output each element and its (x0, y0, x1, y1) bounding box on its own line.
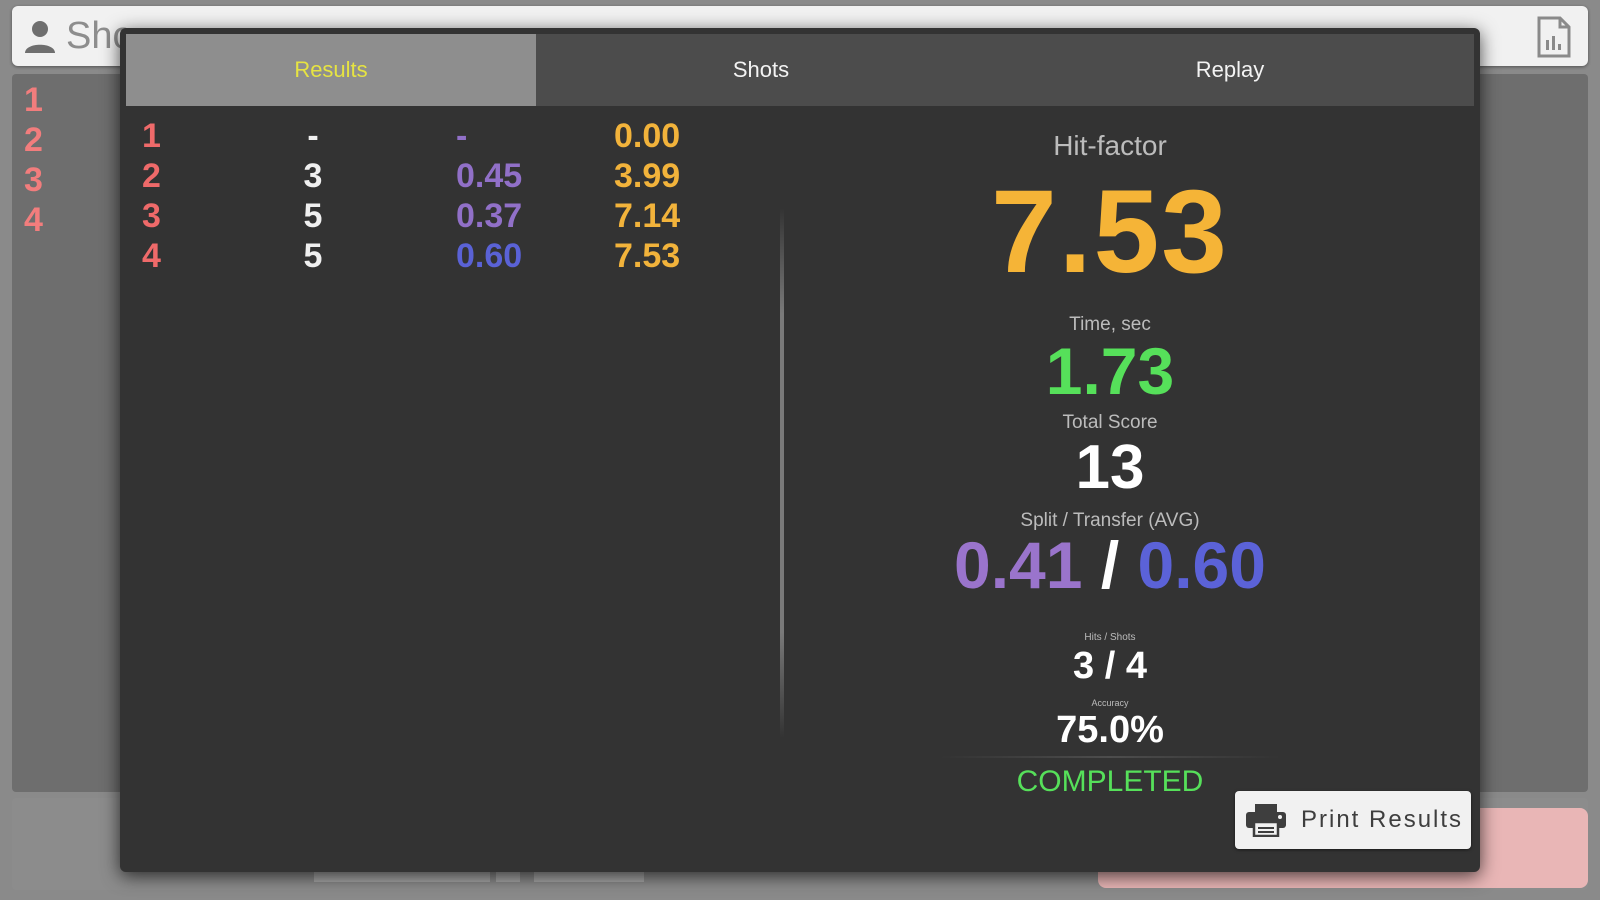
hits-shots-value: 3 / 4 (1073, 645, 1147, 687)
hits-shots-label: Hits / Shots (1084, 632, 1136, 643)
table-row[interactable]: 2 3 0.45 3.99 (120, 156, 810, 196)
tab-replay[interactable]: Replay (986, 34, 1474, 106)
shot-number: 1 (142, 117, 161, 155)
shot-hit-factor: 0.00 (614, 117, 681, 155)
list-item[interactable]: 4 (12, 200, 122, 240)
column-divider (780, 208, 784, 738)
background-bar (314, 872, 490, 882)
time-value: 1.73 (1045, 334, 1175, 408)
print-results-button[interactable]: Print Results (1235, 791, 1471, 849)
accuracy-label: Accuracy (1091, 698, 1129, 708)
shot-hit-factor: 7.14 (614, 197, 681, 235)
hit-factor-label: Hit-factor (1053, 130, 1167, 161)
shot-number: 2 (142, 157, 161, 195)
print-results-label: Print Results (1301, 806, 1464, 833)
status-divider (940, 756, 1280, 758)
list-item[interactable]: 1 (12, 80, 122, 120)
tab-shots[interactable]: Shots (536, 34, 986, 106)
shot-hit-factor: 7.53 (614, 237, 681, 275)
table-row[interactable]: 1 - - 0.00 (120, 116, 810, 156)
results-dialog: Results Shots Replay 1 - - 0.00 2 3 0.45… (120, 28, 1480, 872)
shot-split: 0.45 (456, 157, 523, 195)
printer-icon (1246, 804, 1286, 837)
list-item[interactable]: 3 (12, 160, 122, 200)
background-bar (496, 872, 520, 882)
shot-score: 5 (303, 197, 323, 235)
shot-split: - (456, 117, 468, 155)
shot-transfer: 0.60 (456, 237, 523, 275)
background-bar (534, 872, 644, 882)
tab-results[interactable]: Results (126, 34, 536, 106)
user-icon (25, 21, 55, 53)
transfer-average: 0.60 (1137, 528, 1266, 602)
shot-split: 0.37 (456, 197, 523, 235)
shot-score: 3 (303, 157, 323, 195)
table-row[interactable]: 4 5 0.60 7.53 (120, 236, 810, 276)
total-score-label: Total Score (1062, 412, 1158, 433)
split-separator: / (1100, 528, 1120, 602)
accuracy-value: 75.0% (1056, 709, 1164, 751)
shot-hit-factor: 3.99 (614, 157, 681, 195)
shots-table: 1 - - 0.00 2 3 0.45 3.99 3 5 0.37 7.14 4… (120, 116, 810, 276)
total-score-value: 13 (1075, 433, 1145, 502)
background-shot-list: 1 2 3 4 (12, 80, 122, 240)
shot-score: 5 (303, 237, 323, 275)
hit-factor-value: 7.53 (991, 166, 1229, 298)
shot-number: 4 (142, 237, 161, 275)
split-transfer-value: 0.41 / 0.60 (880, 530, 1340, 600)
list-item[interactable]: 2 (12, 120, 122, 160)
shot-score: - (307, 117, 319, 155)
shot-number: 3 (142, 197, 161, 235)
time-label: Time, sec (1069, 314, 1151, 335)
tab-bar: Results Shots Replay (126, 34, 1474, 106)
split-average: 0.41 (954, 528, 1083, 602)
table-row[interactable]: 3 5 0.37 7.14 (120, 196, 810, 236)
report-icon[interactable] (1536, 16, 1572, 58)
